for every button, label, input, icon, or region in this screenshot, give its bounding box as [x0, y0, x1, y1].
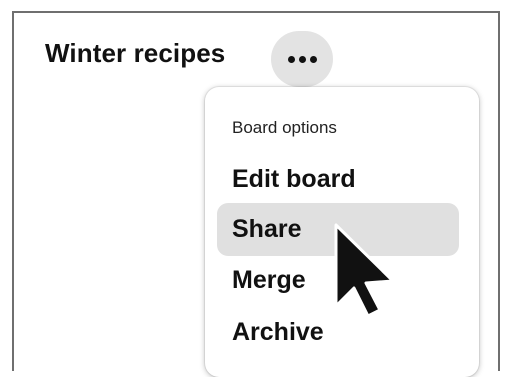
menu-header: Board options	[232, 118, 337, 137]
mouse-pointer-icon	[334, 223, 395, 318]
ellipsis-icon	[287, 55, 295, 63]
menu-item-label: Merge	[232, 266, 306, 294]
menu-item-edit-board[interactable]: Edit board	[217, 153, 459, 206]
ellipsis-icon	[298, 55, 306, 63]
board-title: Winter recipes	[45, 38, 226, 68]
ellipsis-icon	[309, 55, 317, 63]
menu-item-label: Edit board	[232, 165, 356, 193]
menu-item-label: Archive	[232, 318, 324, 346]
board-options-button[interactable]	[271, 31, 333, 87]
menu-item-label: Share	[232, 215, 302, 243]
